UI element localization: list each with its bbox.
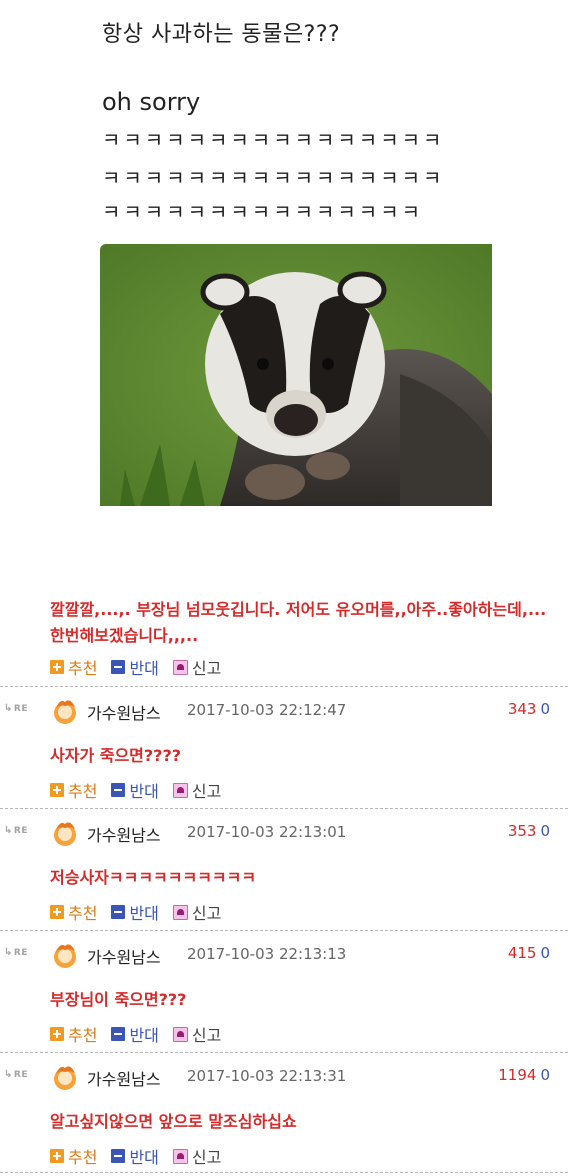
- oppose-label: 반대: [129, 659, 159, 678]
- reply-marker: ↳RE: [4, 947, 28, 958]
- recommend-button[interactable]: 추천: [50, 655, 97, 679]
- reply-text: 부장님이 죽으면???: [50, 990, 187, 1009]
- plus-icon: [50, 905, 64, 919]
- avatar-icon[interactable]: [50, 940, 80, 970]
- reply-date: 2017-10-03 22:13:01: [187, 823, 347, 841]
- oppose-button[interactable]: 반대: [111, 900, 159, 924]
- recommend-button[interactable]: 추천: [50, 900, 97, 924]
- reply-arrow-icon: ↳: [4, 1069, 13, 1080]
- report-label: 신고: [191, 659, 222, 678]
- siren-icon: [172, 1026, 188, 1042]
- reply-score: 415 0: [507, 944, 550, 962]
- report-button[interactable]: 신고: [172, 900, 221, 924]
- oppose-button[interactable]: 반대: [111, 778, 159, 802]
- reply-marker: ↳RE: [4, 825, 28, 836]
- recommend-button[interactable]: 추천: [50, 778, 97, 802]
- reply-date: 2017-10-03 22:13:13: [187, 945, 347, 963]
- reply-actions: 추천 반대 신고: [50, 900, 235, 924]
- reply-date: 2017-10-03 22:12:47: [187, 701, 347, 719]
- minus-icon: [111, 1027, 126, 1041]
- reply-nickname[interactable]: 가수원남스: [87, 700, 161, 724]
- minus-icon: [111, 660, 126, 674]
- reply-item: ↳RE 가수원남스 2017-10-03 22:12:47 343 0 사자가 죽…: [0, 690, 570, 810]
- reply-text: 저승사자ㅋㅋㅋㅋㅋㅋㅋㅋㅋㅋ: [50, 868, 257, 887]
- recommend-button[interactable]: 추천: [50, 1144, 97, 1168]
- siren-icon: [172, 904, 188, 920]
- plus-icon: [50, 1027, 64, 1041]
- reply-item: ↳RE 가수원남스 2017-10-03 22:13:01 353 0 저승사자ㅋ…: [0, 812, 570, 932]
- badger-photo: [100, 244, 492, 506]
- reply-actions: 추천 반대 신고: [50, 1144, 235, 1168]
- oppose-button[interactable]: 반대: [111, 655, 159, 679]
- reply-item: ↳RE 가수원남스 2017-10-03 22:13:31 1194 0 알고싶지…: [0, 1056, 570, 1176]
- reply-score: 1194 0: [498, 1066, 550, 1084]
- reply-score: 353 0: [507, 822, 550, 840]
- report-button[interactable]: 신고: [172, 1022, 221, 1046]
- siren-icon: [172, 1148, 188, 1164]
- comment-divider: [0, 930, 568, 931]
- siren-icon: [172, 782, 188, 798]
- reply-arrow-icon: ↳: [4, 703, 13, 714]
- minus-icon: [111, 905, 126, 919]
- reply-nickname[interactable]: 가수원남스: [87, 944, 161, 968]
- reply-text: 알고싶지않으면 앞으로 말조심하십쇼: [50, 1112, 297, 1131]
- oppose-button[interactable]: 반대: [111, 1144, 159, 1168]
- siren-icon: [172, 659, 188, 675]
- top-comment-actions: 추천 반대 신고: [50, 655, 235, 679]
- reply-score: 343 0: [507, 700, 550, 718]
- report-button[interactable]: 신고: [172, 1144, 221, 1168]
- minus-icon: [111, 783, 126, 797]
- reply-nickname[interactable]: 가수원남스: [87, 1066, 161, 1090]
- avatar-icon[interactable]: [50, 1062, 80, 1092]
- reply-actions: 추천 반대 신고: [50, 1022, 235, 1046]
- comment-divider: [0, 1052, 568, 1053]
- plus-icon: [50, 660, 64, 674]
- reply-nickname[interactable]: 가수원남스: [87, 822, 161, 846]
- minus-icon: [111, 1149, 126, 1163]
- reply-marker: ↳RE: [4, 1069, 28, 1080]
- comment-divider: [0, 686, 568, 687]
- laugh-line: ㅋㅋㅋㅋㅋㅋㅋㅋㅋㅋㅋㅋㅋㅋㅋㅋ: [102, 128, 445, 152]
- reply-item: ↳RE 가수원남스 2017-10-03 22:13:13 415 0 부장님이 …: [0, 934, 570, 1054]
- laugh-line: ㅋㅋㅋㅋㅋㅋㅋㅋㅋㅋㅋㅋㅋㅋㅋㅋ: [102, 166, 445, 190]
- reply-arrow-icon: ↳: [4, 825, 13, 836]
- comment-divider: [0, 1172, 568, 1173]
- reply-text: 사자가 죽으면????: [50, 746, 182, 765]
- recommend-button[interactable]: 추천: [50, 1022, 97, 1046]
- report-button[interactable]: 신고: [172, 778, 221, 802]
- avatar-icon[interactable]: [50, 696, 80, 726]
- laugh-line: ㅋㅋㅋㅋㅋㅋㅋㅋㅋㅋㅋㅋㅋㅋㅋ: [102, 200, 423, 224]
- post-question: 항상 사과하는 동물은???: [102, 22, 341, 47]
- reply-date: 2017-10-03 22:13:31: [187, 1067, 347, 1085]
- avatar-icon[interactable]: [50, 818, 80, 848]
- plus-icon: [50, 783, 64, 797]
- reply-marker: ↳RE: [4, 703, 28, 714]
- plus-icon: [50, 1149, 64, 1163]
- reply-arrow-icon: ↳: [4, 947, 13, 958]
- top-comment-text: 깔깔깔,...,. 부장님 넘모웃깁니다. 저어도 유오머를,,아주..좋아하는…: [50, 600, 547, 645]
- post-answer: oh sorry: [102, 88, 201, 116]
- comment-divider: [0, 808, 568, 809]
- reply-actions: 추천 반대 신고: [50, 778, 235, 802]
- recommend-label: 추천: [68, 659, 98, 678]
- report-button[interactable]: 신고: [172, 655, 222, 679]
- oppose-button[interactable]: 반대: [111, 1022, 159, 1046]
